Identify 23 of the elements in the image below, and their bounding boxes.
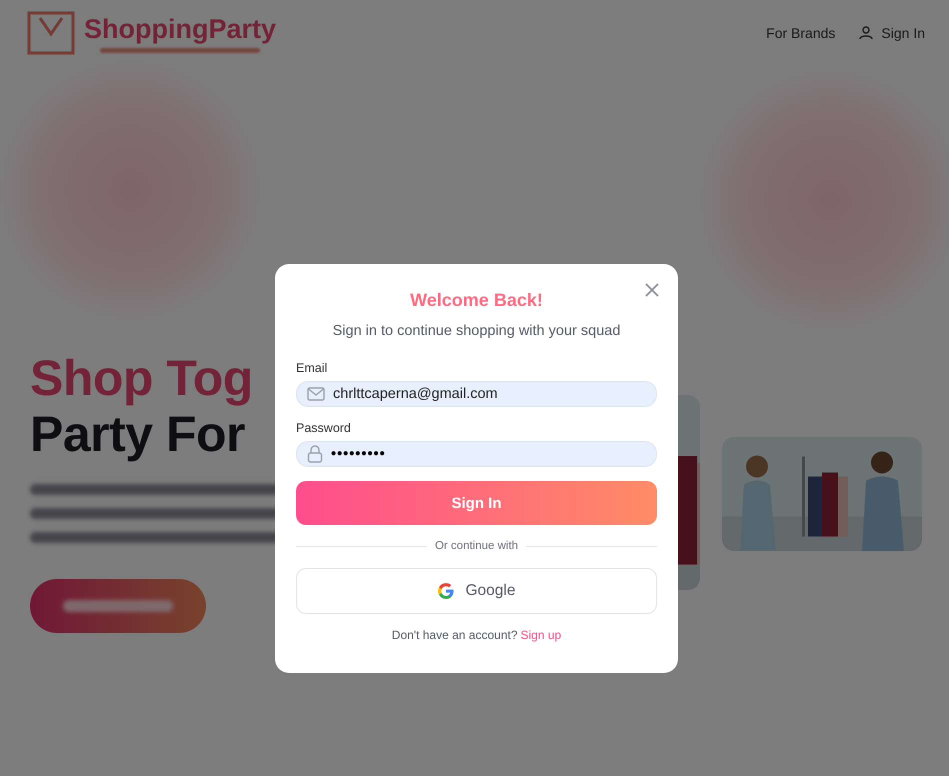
shopping-bag-icon — [26, 10, 76, 56]
google-sign-in-button[interactable]: Google — [296, 568, 657, 614]
envelope-icon — [307, 387, 325, 401]
close-icon[interactable] — [645, 283, 659, 297]
footer-text: Don't have an account? — [392, 628, 518, 642]
user-icon — [859, 26, 874, 40]
lock-icon — [307, 445, 323, 463]
dialog-title: Welcome Back! — [409, 290, 544, 311]
field-label: Password — [296, 421, 352, 435]
dialog-subtitle: Sign in to continue shopping with your squad — [332, 323, 622, 339]
password-field[interactable]: ••••••••• — [296, 441, 657, 467]
divider-text: Or continue with — [434, 540, 518, 552]
hero-heading: Party For — [30, 406, 246, 462]
sign-in-button[interactable]: Sign In — [296, 481, 657, 525]
nav-link[interactable]: For Brands — [766, 25, 836, 41]
email-field[interactable]: chrlttcaperna@gmail.com — [296, 381, 657, 407]
field-label: Email — [296, 361, 328, 375]
sign-up-link[interactable]: Sign up — [520, 628, 562, 642]
google-icon — [438, 583, 454, 599]
logo-text: ShoppingParty — [84, 14, 276, 44]
start-squad-button[interactable] — [30, 579, 206, 633]
hero-heading: Shop Tog — [30, 350, 254, 406]
nav-link[interactable]: Sign In — [859, 25, 925, 41]
